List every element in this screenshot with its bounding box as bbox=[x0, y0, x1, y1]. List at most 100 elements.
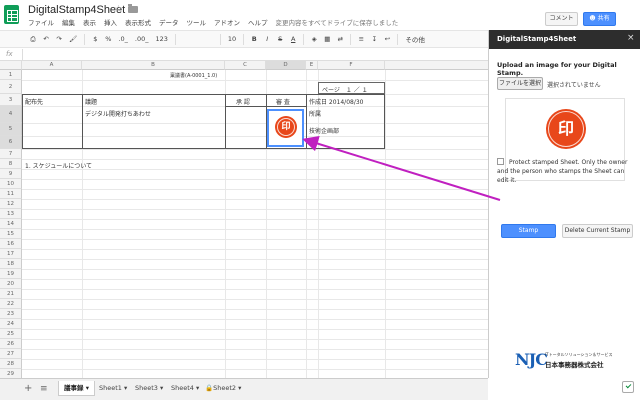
sheet-tab-sheet3[interactable]: Sheet3 ▾ bbox=[130, 381, 168, 396]
sheet-tab-gijiroku[interactable]: 議事録 ▾ bbox=[58, 381, 96, 396]
document-title[interactable]: DigitalStamp4Sheet bbox=[28, 4, 125, 16]
more-button[interactable]: その他 bbox=[405, 34, 425, 44]
row-header[interactable]: 14 bbox=[0, 219, 22, 229]
explore-icon[interactable] bbox=[622, 381, 634, 393]
protect-sheet-checkbox[interactable] bbox=[497, 158, 504, 165]
strikethrough-button[interactable]: S bbox=[277, 35, 283, 43]
paint-format-icon[interactable]: 🖌 bbox=[69, 35, 77, 43]
row-header[interactable]: 5 bbox=[0, 123, 22, 136]
grid-line bbox=[22, 189, 488, 190]
row-header[interactable]: 27 bbox=[0, 349, 22, 359]
redo-icon[interactable]: ↷ bbox=[56, 35, 62, 43]
column-header-f[interactable]: F bbox=[318, 61, 385, 70]
row-header[interactable]: 7 bbox=[0, 149, 22, 159]
menu-edit[interactable]: 編集 bbox=[62, 17, 75, 27]
share-button[interactable]: ☻ 共有 bbox=[583, 12, 616, 26]
person-icon: ☻ bbox=[589, 15, 596, 22]
dropdown-arrow-icon[interactable]: ▾ bbox=[124, 384, 127, 392]
comments-button[interactable]: コメント bbox=[545, 12, 578, 26]
menu-view[interactable]: 表示 bbox=[83, 17, 96, 27]
fill-color-icon[interactable]: ◈ bbox=[311, 35, 317, 43]
save-status[interactable]: 変更内容をすべてドライブに保存しました bbox=[276, 17, 399, 27]
row-header[interactable]: 1 bbox=[0, 70, 22, 80]
row-header[interactable]: 3 bbox=[0, 94, 22, 106]
dropdown-arrow-icon[interactable]: ▾ bbox=[238, 384, 241, 392]
created-date: 作成日 2014/08/30 bbox=[309, 99, 364, 106]
text-color-button[interactable]: A bbox=[290, 35, 296, 43]
percent-button[interactable]: % bbox=[105, 35, 111, 43]
column-header-e[interactable]: E bbox=[306, 61, 318, 70]
row-header[interactable]: 11 bbox=[0, 189, 22, 199]
stamp-button[interactable]: Stamp bbox=[501, 224, 556, 238]
sheet-tab-sheet1[interactable]: Sheet1 ▾ bbox=[94, 381, 132, 396]
stamp-seal-image: 印 bbox=[275, 116, 297, 138]
increase-decimal-button[interactable]: .00_ bbox=[135, 35, 149, 43]
decrease-decimal-button[interactable]: .0_ bbox=[118, 35, 127, 43]
select-all-corner[interactable] bbox=[0, 61, 22, 70]
merge-icon[interactable]: ⇄ bbox=[337, 35, 343, 43]
grid-line bbox=[22, 279, 488, 280]
row-header[interactable]: 15 bbox=[0, 229, 22, 239]
row-header[interactable]: 17 bbox=[0, 249, 22, 259]
column-header-b[interactable]: B bbox=[82, 61, 225, 70]
dropdown-arrow-icon[interactable]: ▾ bbox=[160, 384, 163, 392]
valign-icon[interactable]: ↧ bbox=[371, 35, 377, 43]
sheet-tab-sheet2[interactable]: 🔒Sheet2 ▾ bbox=[200, 381, 246, 396]
sheet-tab-sheet4[interactable]: Sheet4 ▾ bbox=[166, 381, 204, 396]
column-header-d[interactable]: D bbox=[266, 61, 306, 70]
print-icon[interactable]: ⎙ bbox=[30, 35, 36, 44]
row-header[interactable]: 22 bbox=[0, 299, 22, 309]
row-header[interactable]: 6 bbox=[0, 136, 22, 149]
selected-stamp-cell[interactable]: 印 bbox=[267, 109, 304, 147]
subject-value: デジタル開発打ちあわせ bbox=[85, 111, 151, 118]
row-header[interactable]: 23 bbox=[0, 309, 22, 319]
row-header[interactable]: 29 bbox=[0, 369, 22, 378]
bold-button[interactable]: B bbox=[251, 35, 257, 43]
row-header[interactable]: 8 bbox=[0, 159, 22, 169]
choose-file-button[interactable]: ファイルを選択 bbox=[497, 77, 543, 90]
close-icon[interactable]: × bbox=[627, 33, 635, 43]
spreadsheet-grid[interactable]: A B C D E F 1 2 3 4 5 6 7 8 9 10 11 12 1… bbox=[0, 61, 488, 378]
sheets-logo-icon[interactable] bbox=[4, 5, 19, 24]
wrap-icon[interactable]: ↩ bbox=[384, 35, 390, 43]
menu-data[interactable]: データ bbox=[159, 17, 179, 27]
row-header[interactable]: 13 bbox=[0, 209, 22, 219]
column-header-c[interactable]: C bbox=[225, 61, 266, 70]
more-formats-button[interactable]: 123 bbox=[156, 35, 168, 43]
menu-addons[interactable]: アドオン bbox=[214, 17, 240, 27]
menu-file[interactable]: ファイル bbox=[28, 17, 54, 27]
row-header[interactable]: 16 bbox=[0, 239, 22, 249]
row-header[interactable]: 20 bbox=[0, 279, 22, 289]
borders-icon[interactable]: ▦ bbox=[324, 35, 330, 43]
dropdown-arrow-icon[interactable]: ▾ bbox=[196, 384, 199, 392]
row-header[interactable]: 28 bbox=[0, 359, 22, 369]
dropdown-arrow-icon[interactable]: ▾ bbox=[86, 384, 89, 392]
sheet-list-menu-icon[interactable]: ≡ bbox=[40, 384, 48, 394]
folder-icon[interactable] bbox=[128, 4, 138, 13]
row-header[interactable]: 25 bbox=[0, 329, 22, 339]
row-header[interactable]: 24 bbox=[0, 319, 22, 329]
row-header[interactable]: 10 bbox=[0, 179, 22, 189]
align-icon[interactable]: ≡ bbox=[358, 35, 364, 43]
font-size-select[interactable]: 10 bbox=[228, 35, 236, 43]
menu-tools[interactable]: ツール bbox=[187, 17, 207, 27]
row-header[interactable]: 21 bbox=[0, 289, 22, 299]
undo-icon[interactable]: ↶ bbox=[43, 35, 49, 43]
add-sheet-icon[interactable]: + bbox=[24, 383, 32, 394]
delete-stamp-button[interactable]: Delete Current Stamp bbox=[562, 224, 633, 238]
row-header[interactable]: 9 bbox=[0, 169, 22, 179]
row-header[interactable]: 18 bbox=[0, 259, 22, 269]
row-header[interactable]: 12 bbox=[0, 199, 22, 209]
row-header[interactable]: 4 bbox=[0, 106, 22, 123]
menu-format[interactable]: 表示形式 bbox=[125, 17, 151, 27]
column-header-a[interactable]: A bbox=[22, 61, 82, 70]
italic-button[interactable]: I bbox=[264, 35, 270, 43]
star-icon[interactable]: ☆ bbox=[114, 4, 123, 15]
menu-insert[interactable]: 挿入 bbox=[104, 17, 117, 27]
menu-help[interactable]: ヘルプ bbox=[248, 17, 268, 27]
currency-button[interactable]: $ bbox=[92, 35, 98, 43]
row-header[interactable]: 19 bbox=[0, 269, 22, 279]
formula-bar[interactable]: fx bbox=[0, 49, 488, 61]
row-header[interactable]: 26 bbox=[0, 339, 22, 349]
row-header[interactable]: 2 bbox=[0, 80, 22, 94]
